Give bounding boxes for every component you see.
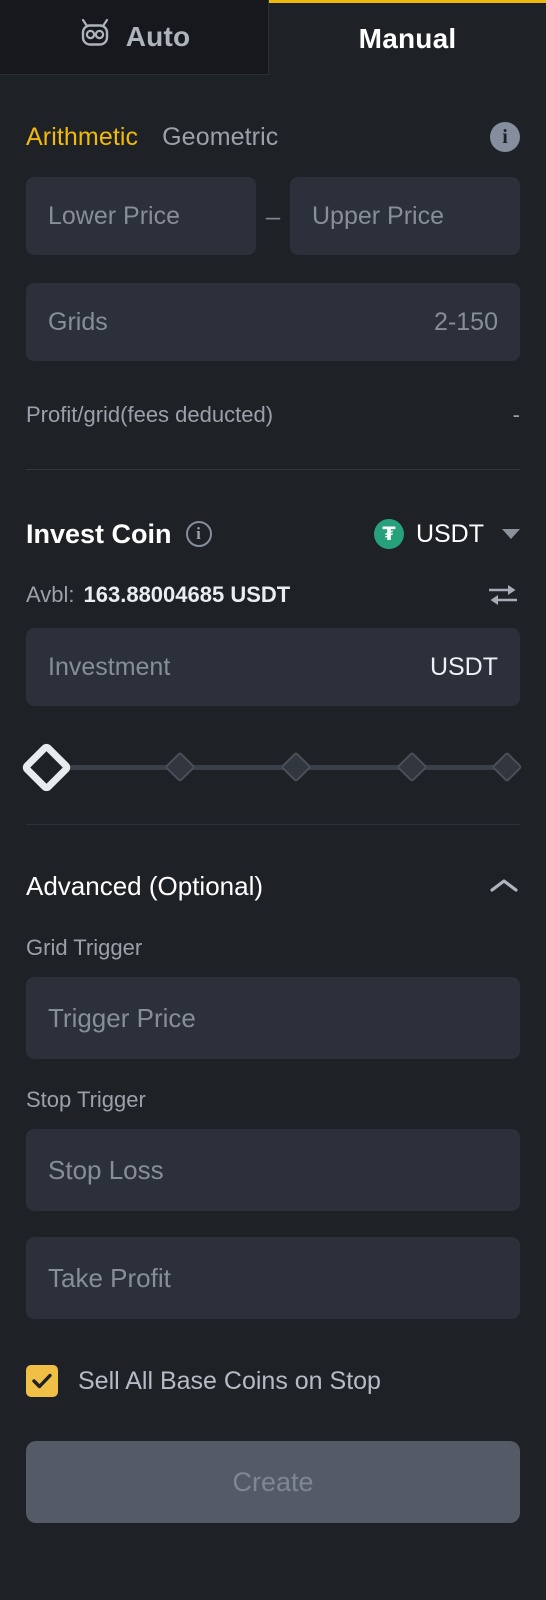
tab-manual-label: Manual bbox=[358, 23, 457, 54]
lower-price-input[interactable]: Lower Price bbox=[26, 177, 256, 255]
slider-track bbox=[42, 765, 507, 770]
trigger-price-placeholder: Trigger Price bbox=[48, 1002, 196, 1033]
profit-per-grid-value: - bbox=[512, 402, 520, 427]
investment-placeholder: Investment bbox=[48, 652, 171, 681]
invest-coin-row: Invest Coin i ₮ USDT bbox=[26, 512, 520, 556]
stop-trigger-label: Stop Trigger bbox=[26, 1087, 146, 1112]
robot-icon bbox=[78, 18, 112, 56]
divider-secondary bbox=[26, 824, 520, 825]
invest-coin-title: Invest Coin bbox=[26, 518, 172, 549]
grids-range-hint: 2-150 bbox=[434, 307, 498, 336]
slider-tick-100[interactable] bbox=[491, 751, 523, 783]
sell-all-checkbox[interactable] bbox=[26, 1365, 58, 1397]
price-range-row: Lower Price – Upper Price bbox=[26, 177, 520, 255]
advanced-title: Advanced (Optional) bbox=[26, 870, 264, 901]
investment-input[interactable]: Investment USDT bbox=[26, 628, 520, 706]
grid-mode-row: Arithmetic Geometric i bbox=[26, 107, 520, 167]
lower-price-placeholder: Lower Price bbox=[48, 201, 180, 230]
grids-placeholder: Grids bbox=[48, 307, 108, 336]
investment-slider[interactable] bbox=[20, 741, 523, 794]
chevron-up-icon bbox=[488, 876, 520, 896]
grids-input[interactable]: Grids 2-150 bbox=[26, 283, 520, 361]
tab-auto[interactable]: Auto bbox=[0, 0, 269, 75]
tab-manual[interactable]: Manual bbox=[269, 0, 546, 75]
range-separator: – bbox=[265, 201, 281, 231]
stop-loss-input[interactable]: Stop Loss bbox=[26, 1129, 520, 1211]
mode-geometric[interactable]: Geometric bbox=[162, 123, 278, 152]
upper-price-input[interactable]: Upper Price bbox=[290, 177, 520, 255]
grid-trading-panel: Auto Manual Arithmetic Geometric i Lower… bbox=[0, 0, 546, 1600]
sell-all-base-coins-row[interactable]: Sell All Base Coins on Stop bbox=[26, 1361, 520, 1401]
panel-body: Arithmetic Geometric i Lower Price – Upp… bbox=[0, 107, 546, 1523]
available-balance-value: 163.88004685 USDT bbox=[83, 582, 291, 607]
chevron-down-icon bbox=[502, 529, 520, 539]
divider bbox=[26, 469, 520, 470]
swap-icon[interactable] bbox=[486, 581, 520, 609]
investment-unit: USDT bbox=[429, 652, 498, 681]
profit-per-grid-label: Profit/grid(fees deducted) bbox=[26, 402, 274, 427]
slider-tick-50[interactable] bbox=[280, 751, 312, 783]
coin-selector[interactable]: ₮ USDT bbox=[373, 519, 520, 549]
selected-coin-label: USDT bbox=[415, 519, 484, 548]
sell-all-label: Sell All Base Coins on Stop bbox=[78, 1366, 381, 1395]
available-balance-label: Avbl: bbox=[26, 582, 75, 607]
mode-arithmetic[interactable]: Arithmetic bbox=[26, 123, 138, 152]
tab-auto-label: Auto bbox=[125, 21, 191, 52]
mode-tabbar: Auto Manual bbox=[0, 0, 546, 75]
slider-tick-75[interactable] bbox=[396, 751, 428, 783]
invest-coin-info-icon[interactable]: i bbox=[185, 521, 212, 547]
advanced-section-header[interactable]: Advanced (Optional) bbox=[26, 865, 520, 907]
slider-handle[interactable] bbox=[20, 741, 73, 794]
available-balance-row: Avbl: 163.88004685 USDT bbox=[26, 578, 520, 612]
stop-loss-placeholder: Stop Loss bbox=[48, 1154, 164, 1185]
tether-icon: ₮ bbox=[373, 519, 404, 549]
grid-trigger-label: Grid Trigger bbox=[26, 935, 143, 960]
create-button[interactable]: Create bbox=[26, 1441, 520, 1523]
trigger-price-input[interactable]: Trigger Price bbox=[26, 977, 520, 1059]
slider-tick-25[interactable] bbox=[164, 751, 196, 783]
profit-per-grid-row: Profit/grid(fees deducted) - bbox=[26, 397, 520, 433]
info-icon[interactable]: i bbox=[490, 122, 520, 152]
upper-price-placeholder: Upper Price bbox=[312, 201, 444, 230]
take-profit-input[interactable]: Take Profit bbox=[26, 1237, 520, 1319]
take-profit-placeholder: Take Profit bbox=[48, 1262, 171, 1293]
